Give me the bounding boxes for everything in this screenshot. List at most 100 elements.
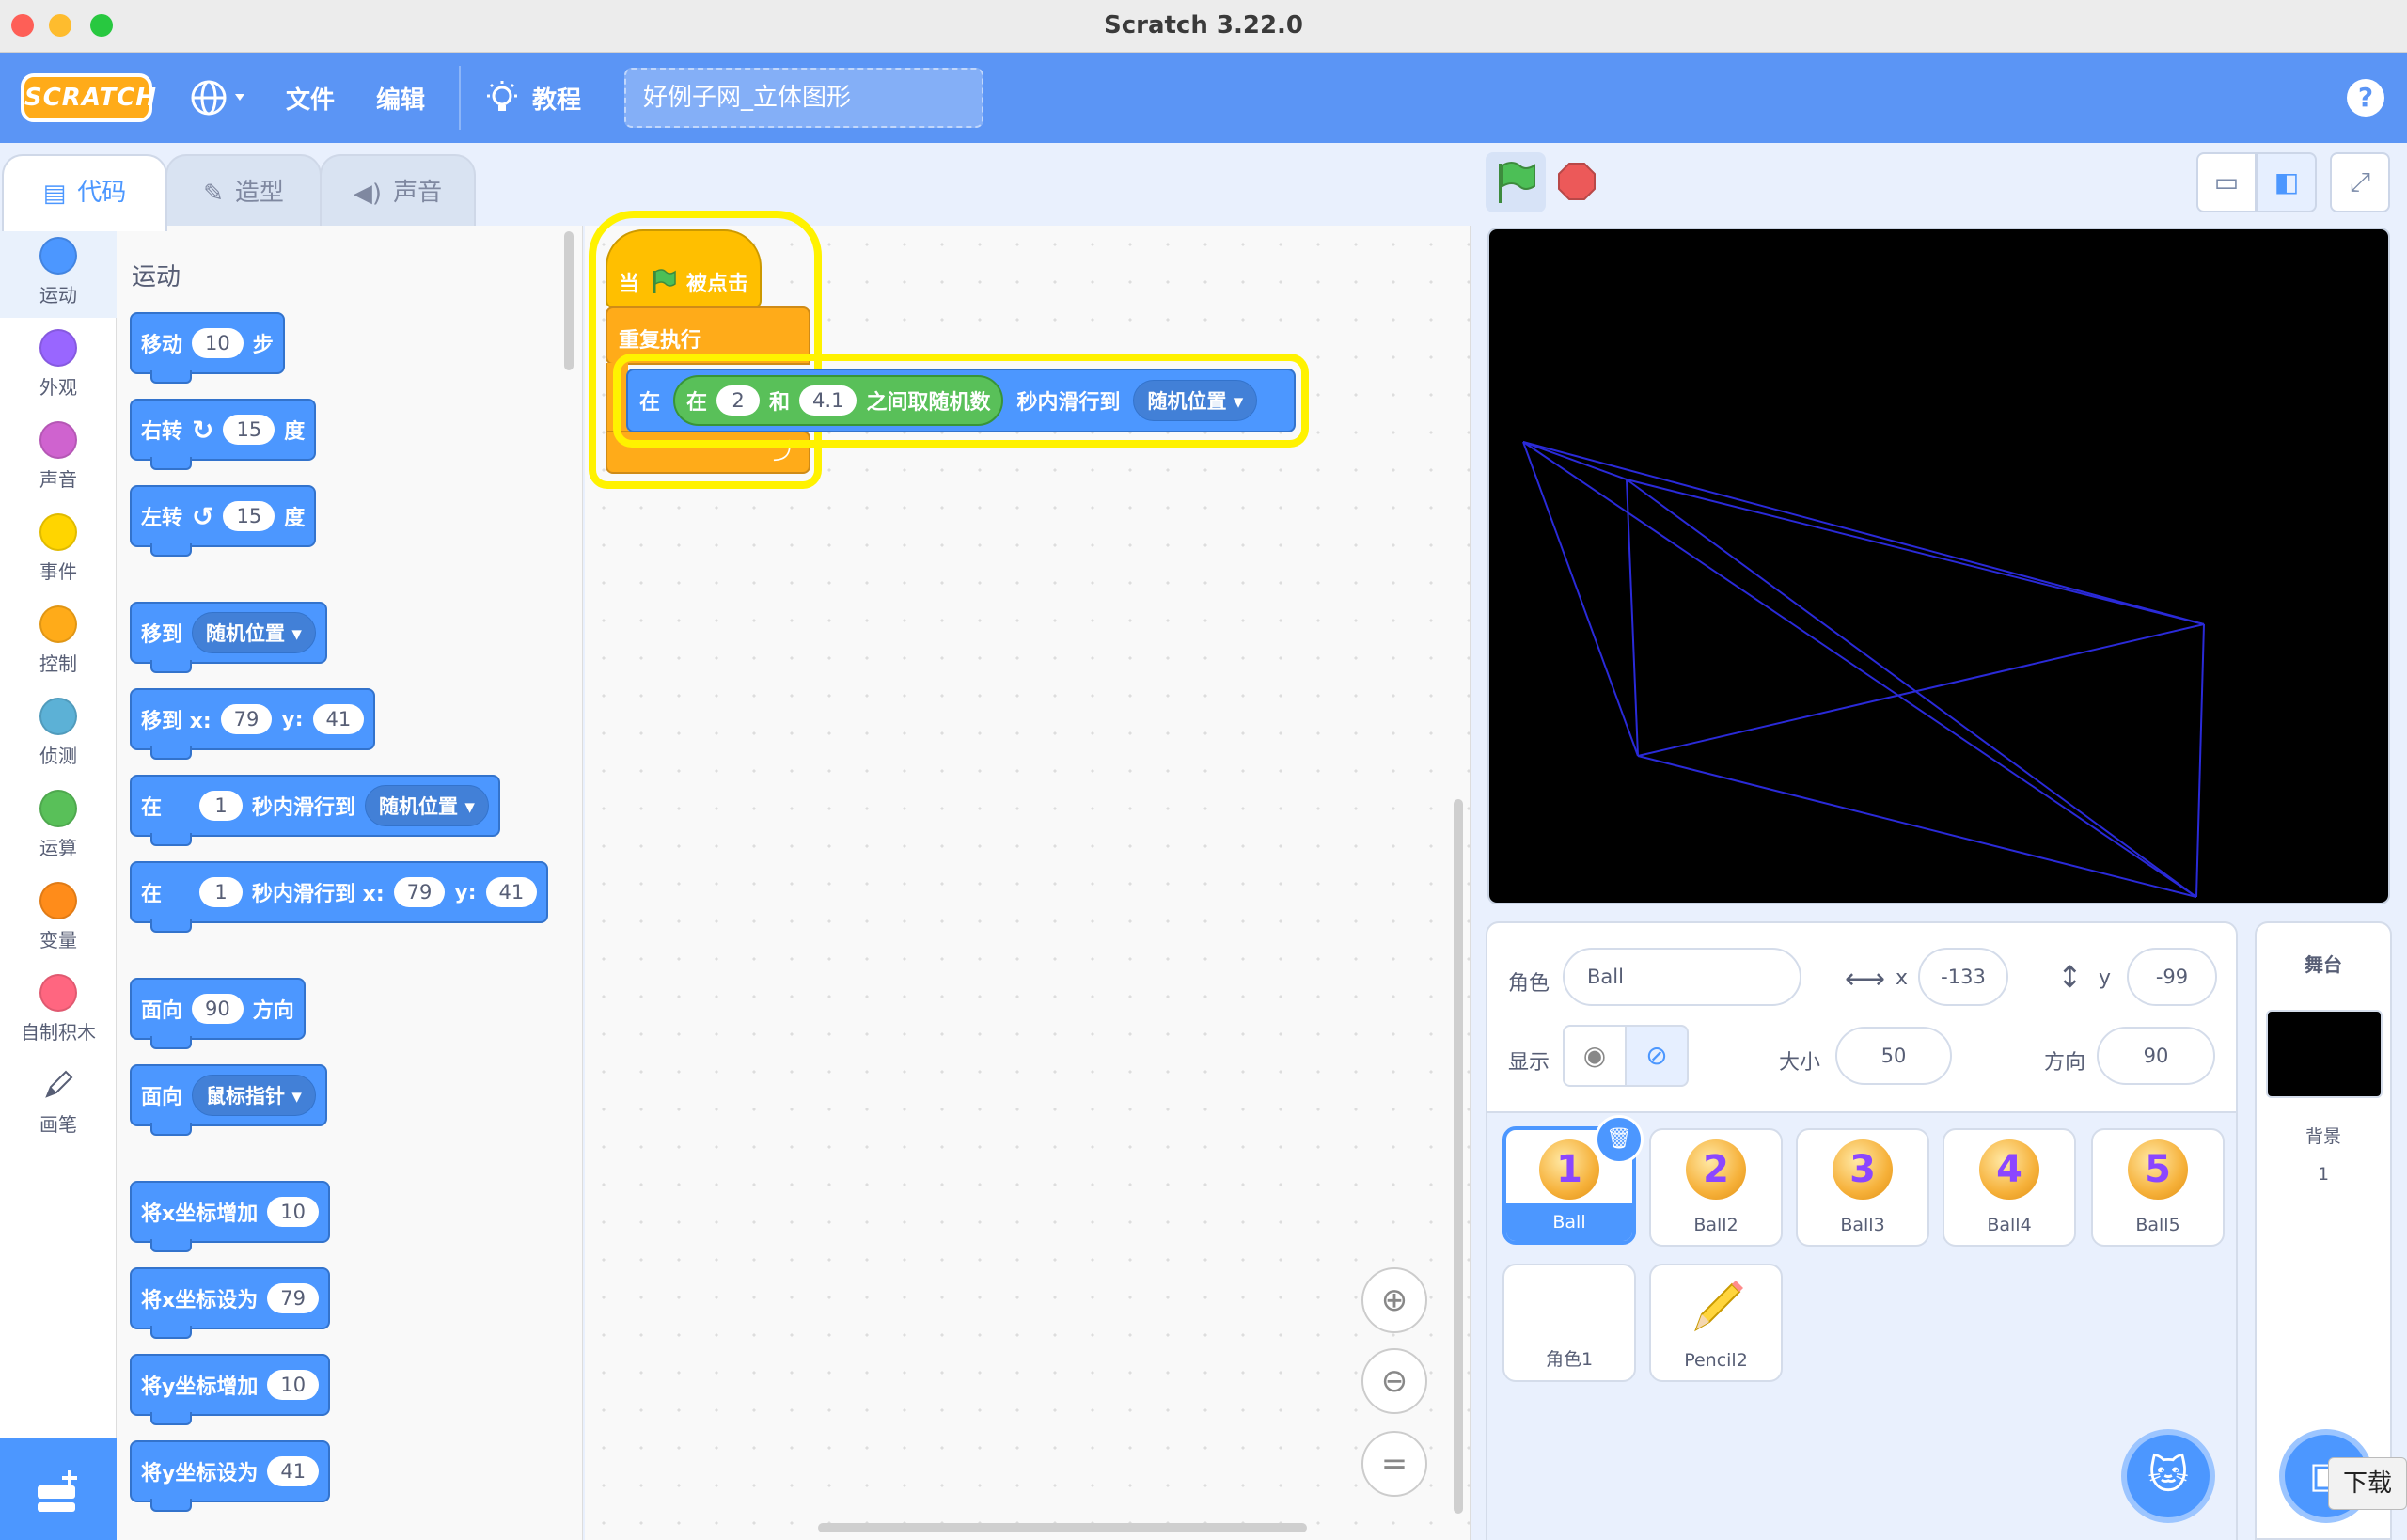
stage-canvas[interactable] bbox=[1487, 228, 2390, 904]
change-x-input[interactable]: 10 bbox=[267, 1197, 319, 1227]
lightbulb-icon[interactable] bbox=[483, 79, 521, 117]
random-to-input[interactable]: 4.1 bbox=[799, 385, 857, 416]
glide-xy-secs-input[interactable]: 1 bbox=[199, 877, 244, 907]
category-looks[interactable]: 外观 bbox=[0, 318, 117, 410]
category-my-blocks[interactable]: 自制积木 bbox=[0, 963, 117, 1055]
block-point-towards[interactable]: 面向 鼠标指针 ▾ bbox=[130, 1064, 327, 1136]
sprite-tile-ball4[interactable]: 4 Ball4 bbox=[1943, 1128, 2076, 1247]
goto-x-input[interactable]: 79 bbox=[220, 704, 273, 734]
workspace-vertical-scrollbar[interactable] bbox=[1454, 799, 1463, 1514]
category-sound[interactable]: 声音 bbox=[0, 410, 117, 502]
block-move-steps[interactable]: 移动 10 步 bbox=[130, 312, 285, 384]
chevron-down-icon: ▾ bbox=[464, 795, 475, 818]
sprite-x-input[interactable]: -133 bbox=[1918, 948, 2008, 1006]
block-turn-right[interactable]: 右转 ↻ 15 度 bbox=[130, 399, 317, 470]
delete-sprite-button[interactable]: 🗑 bbox=[1595, 1115, 1644, 1164]
edit-menu[interactable]: 编辑 bbox=[376, 81, 425, 116]
sprite-direction-input[interactable]: 90 bbox=[2097, 1027, 2215, 1085]
tab-sounds[interactable]: ◀) 声音 bbox=[320, 154, 476, 228]
block-glide-to[interactable]: 在 1 秒内滑行到 随机位置 ▾ bbox=[130, 775, 500, 846]
glide-destination-dropdown[interactable]: 随机位置 ▾ bbox=[1133, 380, 1258, 421]
sprite-tile-ball3[interactable]: 3 Ball3 bbox=[1796, 1128, 1929, 1247]
chevron-down-icon: ▾ bbox=[291, 1085, 302, 1108]
zoom-in-button[interactable]: ⊕ bbox=[1361, 1267, 1427, 1333]
set-y-input[interactable]: 41 bbox=[267, 1456, 320, 1486]
show-sprite-button[interactable]: ◉ bbox=[1563, 1025, 1627, 1087]
forever-block[interactable]: 重复执行 bbox=[606, 306, 810, 365]
category-events[interactable]: 事件 bbox=[0, 502, 117, 594]
sprite-name-input[interactable]: Ball bbox=[1563, 948, 1801, 1006]
sprite-name-label: 角色 bbox=[1508, 972, 1550, 996]
category-menu: 运动 外观 声音 事件 控制 侦测 运算 变量 自制积木 画笔 bbox=[0, 226, 117, 1438]
random-from-input[interactable]: 2 bbox=[716, 385, 761, 416]
glide-x-input[interactable]: 79 bbox=[393, 877, 446, 907]
add-extension-button[interactable] bbox=[0, 1438, 117, 1540]
set-x-input[interactable]: 79 bbox=[267, 1283, 319, 1313]
sprite-tile-pencil2[interactable]: Pencil2 bbox=[1649, 1264, 1783, 1382]
block-turn-left[interactable]: 左转 ↺ 15 度 bbox=[130, 485, 317, 557]
looks-color-dot bbox=[39, 329, 77, 367]
block-glide-xy[interactable]: 在 1 秒内滑行到 x: 79 y: 41 bbox=[130, 861, 549, 933]
add-extension-icon bbox=[38, 1470, 77, 1512]
palette-scrollbar[interactable] bbox=[564, 231, 574, 370]
normal-stage-button[interactable]: ◧ bbox=[2257, 152, 2317, 212]
eye-icon: ◉ bbox=[1582, 1040, 1607, 1071]
help-icon[interactable]: ? bbox=[2347, 79, 2384, 117]
when-flag-clicked-block[interactable]: 当 被点击 bbox=[606, 229, 762, 308]
zoom-reset-button[interactable]: = bbox=[1361, 1431, 1427, 1497]
scratch-logo[interactable]: SCRATCH bbox=[21, 73, 156, 122]
sprite-tile-sprite1[interactable]: 角色1 bbox=[1502, 1264, 1636, 1382]
block-set-x[interactable]: 将x坐标设为 79 bbox=[130, 1267, 330, 1339]
green-flag-button[interactable] bbox=[1486, 152, 1546, 212]
pick-random-block[interactable]: 在 2 和 4.1 之间取随机数 bbox=[673, 375, 1004, 426]
sprite-tile-ball2[interactable]: 2 Ball2 bbox=[1649, 1128, 1783, 1247]
category-variables[interactable]: 变量 bbox=[0, 871, 117, 963]
show-label: 显示 bbox=[1508, 1051, 1550, 1075]
stage-thumbnail[interactable] bbox=[2266, 1010, 2383, 1098]
small-stage-button[interactable]: ▭ bbox=[2196, 152, 2257, 212]
change-y-input[interactable]: 10 bbox=[267, 1370, 320, 1400]
direction-input[interactable]: 90 bbox=[192, 994, 244, 1024]
file-menu[interactable]: 文件 bbox=[286, 81, 335, 116]
category-sensing[interactable]: 侦测 bbox=[0, 686, 117, 778]
block-goto-xy[interactable]: 移到 x: 79 y: 41 bbox=[130, 688, 376, 760]
control-color-dot bbox=[39, 605, 77, 643]
sprite-tile-ball5[interactable]: 5 Ball5 bbox=[2091, 1128, 2225, 1247]
glide-target-dropdown[interactable]: 随机位置 ▾ bbox=[365, 785, 489, 826]
loop-arrow-icon: ⤴ bbox=[773, 438, 795, 464]
goto-y-input[interactable]: 41 bbox=[312, 704, 365, 734]
point-towards-dropdown[interactable]: 鼠标指针 ▾ bbox=[192, 1075, 316, 1116]
stop-button[interactable] bbox=[1557, 162, 1597, 201]
zoom-out-button[interactable]: ⊖ bbox=[1361, 1348, 1427, 1414]
goto-target-dropdown[interactable]: 随机位置 ▾ bbox=[192, 612, 316, 653]
glide-secs-input[interactable]: 1 bbox=[199, 791, 244, 821]
sprite-size-input[interactable]: 50 bbox=[1835, 1027, 1952, 1085]
category-pen[interactable]: 画笔 bbox=[0, 1055, 117, 1147]
fullscreen-button[interactable]: ⤢ bbox=[2330, 152, 2390, 212]
block-point-direction[interactable]: 面向 90 方向 bbox=[130, 978, 306, 1049]
move-steps-input[interactable]: 10 bbox=[192, 328, 244, 358]
workspace-horizontal-scrollbar[interactable] bbox=[818, 1523, 1307, 1532]
tutorials-menu[interactable]: 教程 bbox=[532, 81, 581, 116]
tab-code[interactable]: ▤ 代码 bbox=[2, 154, 167, 231]
language-menu[interactable] bbox=[190, 77, 256, 118]
turn-left-input[interactable]: 15 bbox=[223, 501, 275, 531]
block-change-x[interactable]: 将x坐标增加 10 bbox=[130, 1181, 330, 1252]
chevron-down-icon: ▾ bbox=[1233, 390, 1244, 413]
category-control[interactable]: 控制 bbox=[0, 594, 117, 686]
block-change-y[interactable]: 将y坐标增加 10 bbox=[130, 1354, 331, 1425]
block-goto[interactable]: 移到 随机位置 ▾ bbox=[130, 602, 327, 673]
category-motion[interactable]: 运动 bbox=[0, 226, 117, 318]
add-sprite-button[interactable]: 🐱 bbox=[2121, 1429, 2215, 1523]
tab-costumes[interactable]: ✎ 造型 bbox=[165, 154, 322, 228]
block-set-y[interactable]: 将y坐标设为 41 bbox=[130, 1440, 331, 1512]
chevron-down-icon: ▾ bbox=[291, 622, 302, 645]
project-title-input[interactable]: 好例子网_立体图形 bbox=[624, 68, 983, 128]
category-operators[interactable]: 运算 bbox=[0, 778, 117, 871]
turn-right-input[interactable]: 15 bbox=[223, 415, 275, 445]
sprite-y-input[interactable]: -99 bbox=[2127, 948, 2217, 1006]
menu-divider bbox=[459, 66, 461, 130]
glide-random-block[interactable]: 在 在 2 和 4.1 之间取随机数 秒内滑行到 随机位置 ▾ bbox=[626, 369, 1296, 432]
glide-y-input[interactable]: 41 bbox=[485, 877, 538, 907]
hide-sprite-button[interactable]: ⊘ bbox=[1625, 1025, 1689, 1087]
